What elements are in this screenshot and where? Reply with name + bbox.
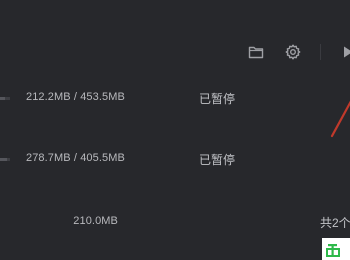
download-size: 212.2MB / 453.5MB <box>26 91 125 103</box>
download-manager-panel: 212.2MB / 453.5MB 已暂停 278.7MB / 405.5MB … <box>0 0 350 260</box>
download-progress-bar <box>0 97 10 100</box>
play-icon <box>342 45 350 59</box>
open-folder-button[interactable] <box>246 42 266 62</box>
folder-icon <box>248 45 264 59</box>
download-status: 已暂停 <box>199 153 236 167</box>
gear-icon <box>285 44 301 60</box>
download-progress-fill <box>0 158 7 161</box>
watermark-logo <box>322 238 350 260</box>
start-all-button[interactable] <box>338 42 350 62</box>
download-status: 已暂停 <box>199 92 236 106</box>
download-size: 278.7MB / 405.5MB <box>26 152 125 164</box>
total-size: 210.0MB <box>73 215 118 227</box>
settings-button[interactable] <box>283 42 303 62</box>
download-progress-bar <box>0 158 10 161</box>
download-count: 共2个 <box>320 216 350 230</box>
download-progress-fill <box>0 97 5 100</box>
download-item[interactable]: 278.7MB / 405.5MB 已暂停 <box>0 138 350 182</box>
toolbar-divider <box>320 44 321 60</box>
download-item[interactable]: 212.2MB / 453.5MB 已暂停 <box>0 77 350 121</box>
download-summary: 210.0MB 共2个 <box>0 201 350 245</box>
